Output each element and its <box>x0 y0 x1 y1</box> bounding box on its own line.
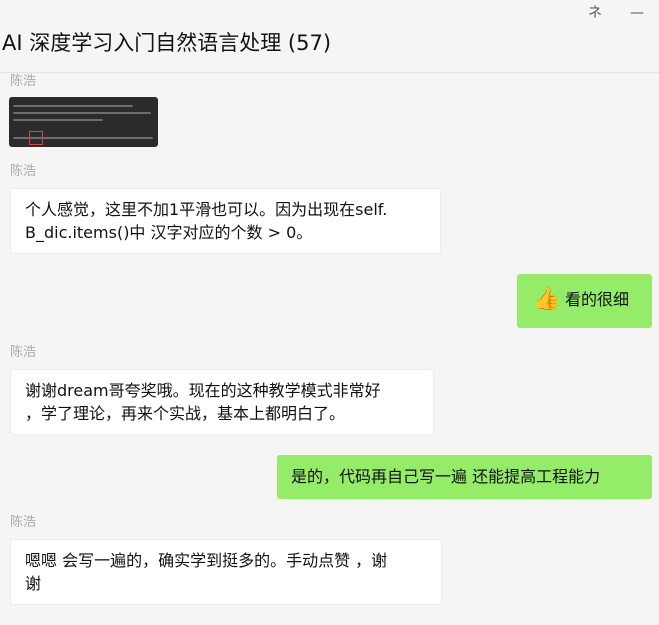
message-text-line: 谢 <box>25 574 42 593</box>
message-text-line: B_dic.items()中 汉字对应的个数 > 0。 <box>25 223 313 242</box>
chat-title: AI 深度学习入门自然语言处理 (57) <box>2 31 332 55</box>
sender-name: 陈浩 <box>10 345 37 360</box>
message-text: 看的很细 <box>565 290 630 309</box>
minimize-button[interactable]: — <box>627 4 647 22</box>
sender-name: 陈浩 <box>10 74 37 89</box>
thumbs-up-icon: 👍 <box>533 287 561 312</box>
code-screenshot-image[interactable] <box>9 97 158 147</box>
chat-header: AI 深度学习入门自然语言处理 (57) ネ — <box>0 0 659 73</box>
message-text-line: 嗯嗯 会写一遍的，确实学到挺多的。手动点赞 ，谢 <box>25 551 388 570</box>
message-bubble[interactable]: 嗯嗯 会写一遍的，确实学到挺多的。手动点赞 ，谢 谢 <box>10 539 442 605</box>
message-text-line: 个人感觉，这里不加1平滑也可以。因为出现在self. <box>25 200 388 219</box>
message-bubble[interactable]: 个人感觉，这里不加1平滑也可以。因为出现在self. B_dic.items()… <box>10 188 441 254</box>
message-text-line: 谢谢dream哥夸奖哦。现在的这种教学模式非常好 <box>25 381 381 400</box>
message-bubble-self[interactable]: 是的，代码再自己写一遍 还能提高工程能力 <box>277 455 652 499</box>
sender-name: 陈浩 <box>10 164 37 179</box>
message-bubble[interactable]: 谢谢dream哥夸奖哦。现在的这种教学模式非常好 ，学了理论，再来个实战，基本上… <box>10 369 434 435</box>
message-text: 是的，代码再自己写一遍 还能提高工程能力 <box>291 467 601 486</box>
pin-button[interactable]: ネ <box>585 4 605 22</box>
sender-name: 陈浩 <box>10 515 37 530</box>
message-text-line: ，学了理论，再来个实战，基本上都明白了。 <box>25 404 346 423</box>
